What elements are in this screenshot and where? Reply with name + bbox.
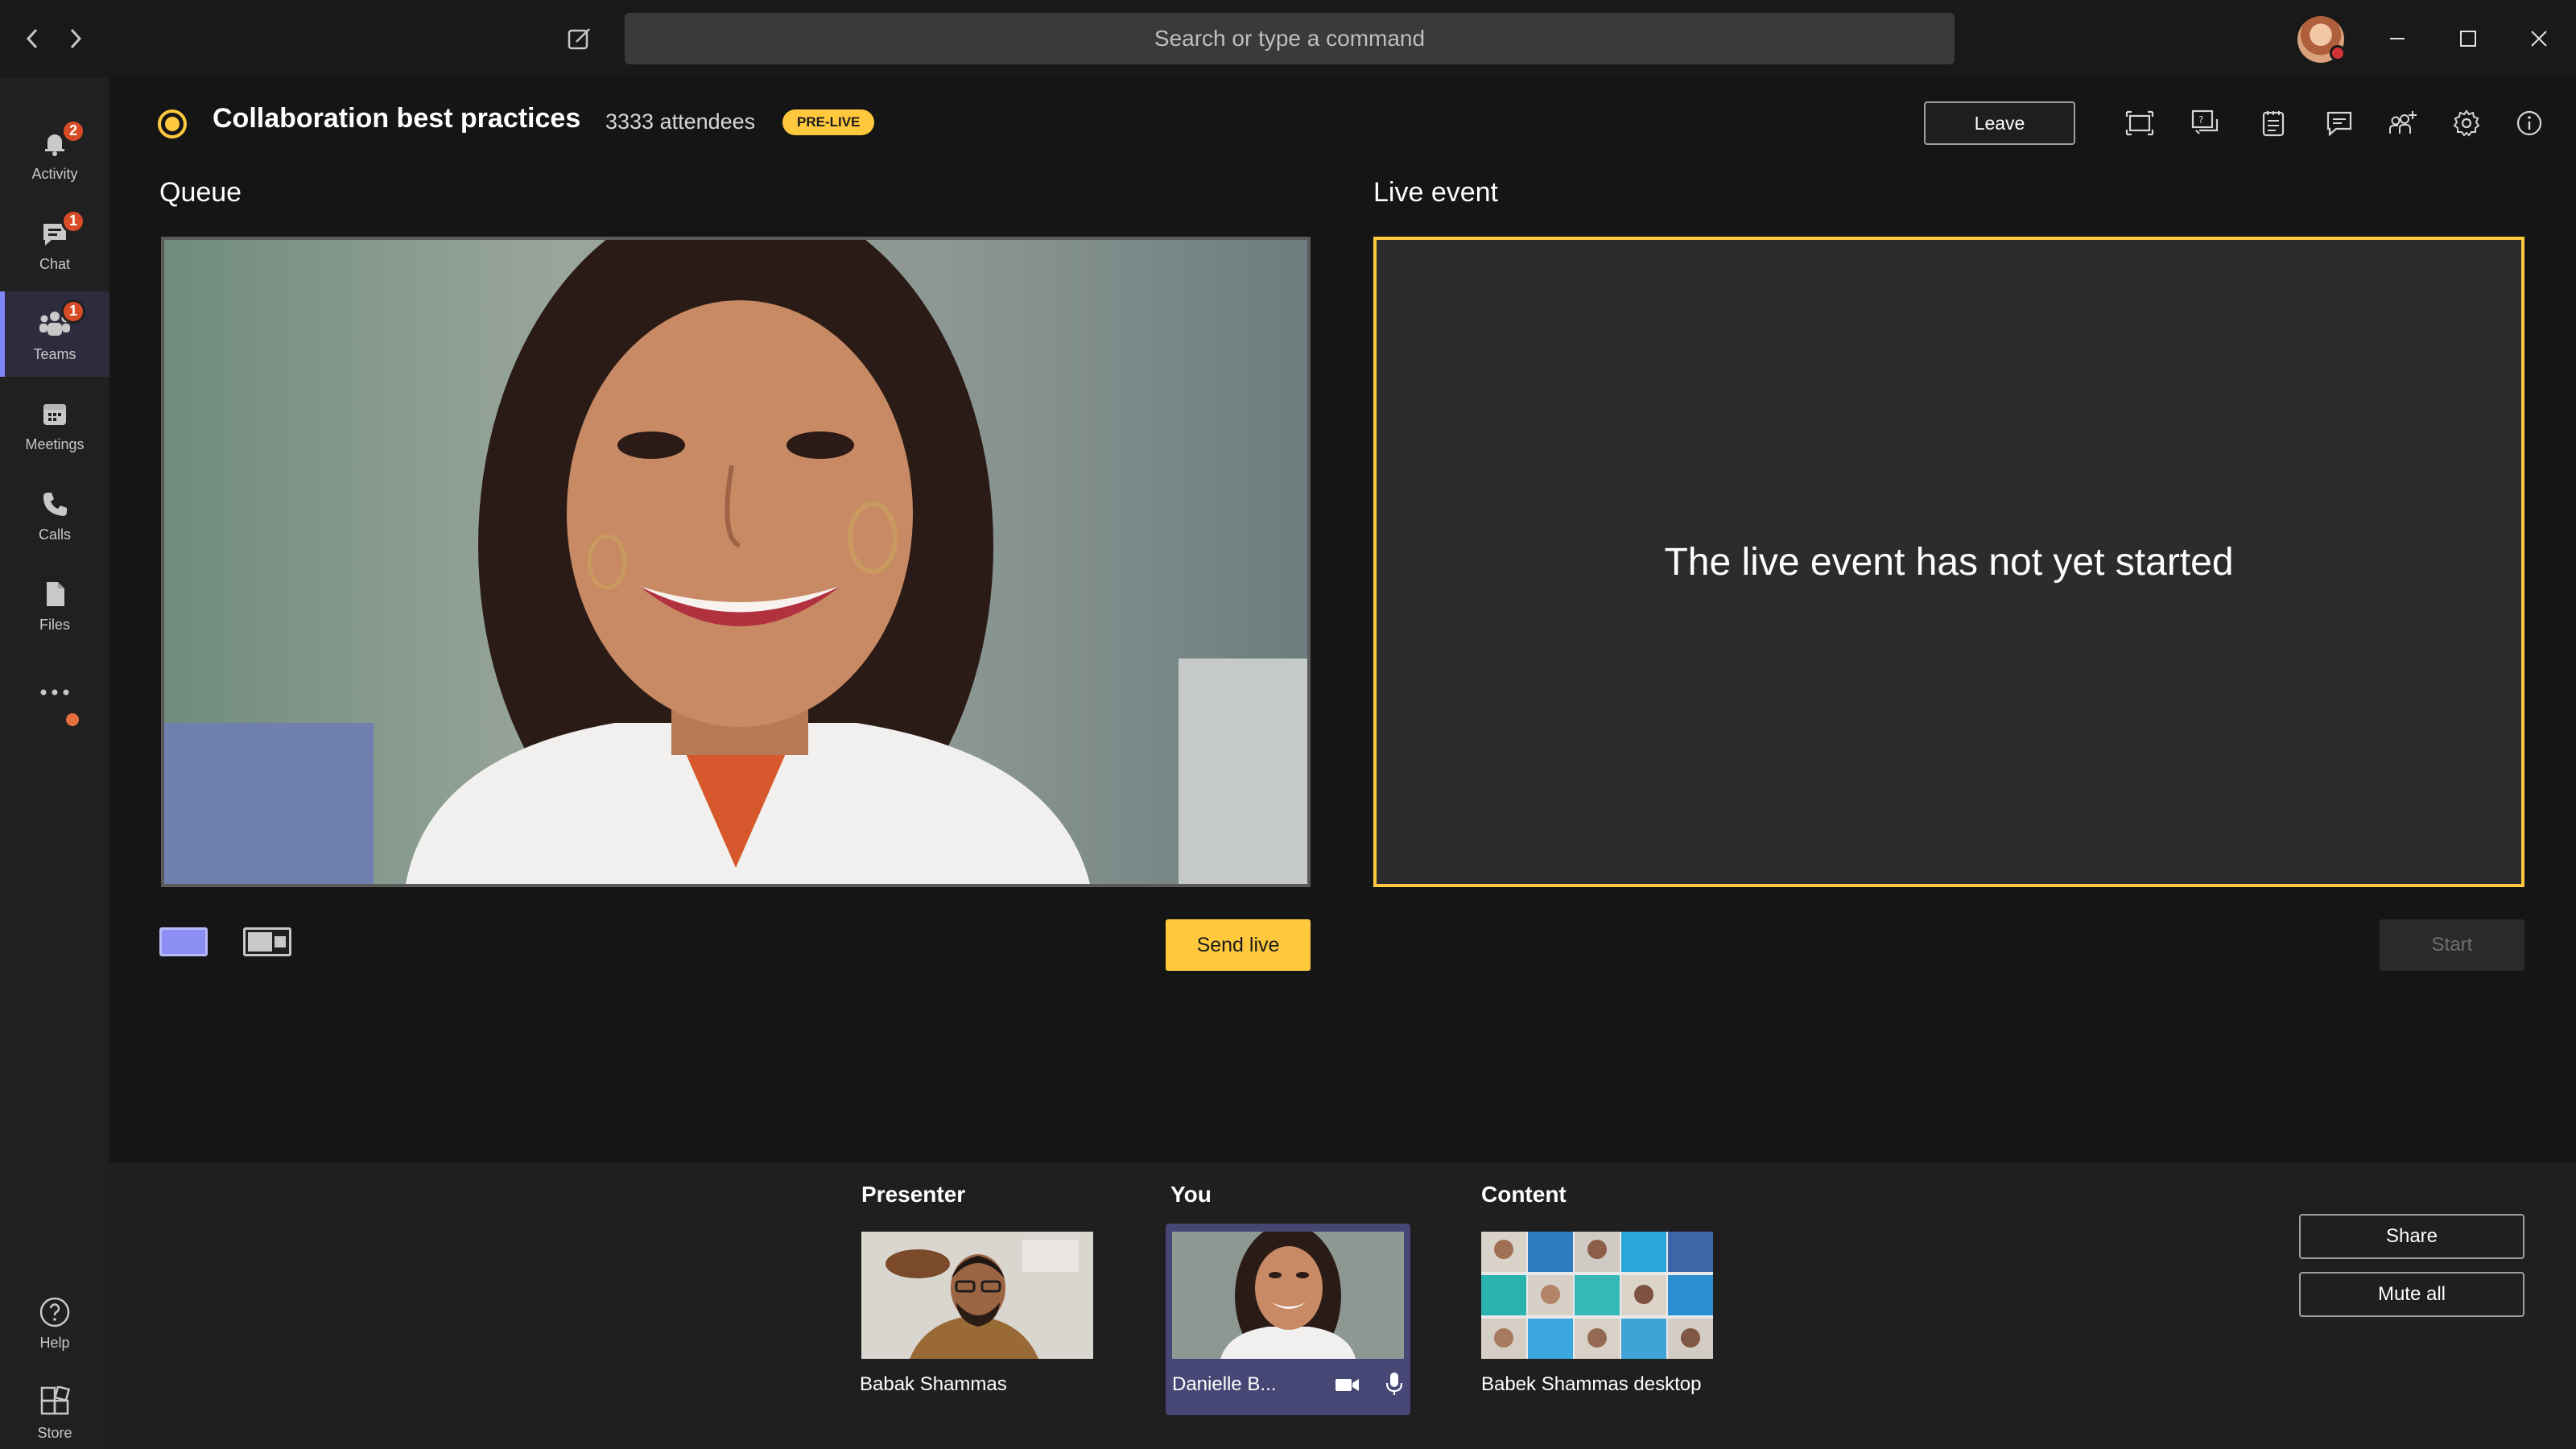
live-status-icon (158, 109, 187, 138)
teams-icon: 1 (37, 299, 85, 341)
ellipsis-icon (37, 675, 72, 710)
camera-icon[interactable] (1333, 1373, 1362, 1397)
live-status-message: The live event has not yet started (1664, 540, 2234, 584)
rail-item-calls[interactable]: Calls (0, 472, 109, 557)
rail-item-activity[interactable]: 2 Activity (0, 111, 109, 196)
attendee-count: 3333 attendees (605, 109, 756, 134)
compose-icon[interactable] (557, 19, 602, 58)
queue-video-preview[interactable] (161, 237, 1311, 887)
rail-label: Calls (38, 526, 71, 543)
store-icon (37, 1385, 72, 1420)
full-screen-icon[interactable] (2119, 103, 2161, 143)
single-layout-button[interactable] (159, 927, 208, 956)
info-icon[interactable] (2508, 103, 2550, 143)
chat-icon: 1 (37, 208, 85, 251)
rail-label: Teams (33, 345, 76, 362)
back-icon[interactable] (10, 16, 55, 61)
rail-label: Meetings (25, 436, 85, 452)
live-event-label: Live event (1373, 177, 1498, 208)
rail-label: Activity (31, 165, 78, 182)
forward-icon[interactable] (53, 16, 98, 61)
more-notification-dot (66, 713, 79, 726)
leave-button[interactable]: Leave (1924, 101, 2075, 145)
status-badge: PRE-LIVE (782, 109, 875, 135)
presenter-label: Presenter (861, 1182, 966, 1207)
share-button[interactable]: Share (2299, 1214, 2524, 1259)
maximize-icon[interactable] (2444, 16, 2492, 61)
title-bar: Search or type a command (0, 0, 2576, 77)
you-video-tile (1172, 1232, 1404, 1359)
chat-badge: 1 (61, 208, 85, 233)
rail-label: Store (37, 1424, 72, 1441)
rail-item-help[interactable]: Help (0, 1280, 109, 1365)
you-name: Danielle B... (1172, 1373, 1277, 1395)
rail-item-meetings[interactable]: Meetings (0, 382, 109, 467)
queue-speaker-image (164, 240, 1307, 884)
teams-badge: 1 (61, 299, 85, 324)
activity-badge: 2 (61, 118, 85, 143)
qna-icon[interactable]: ? (2185, 103, 2227, 143)
meeting-notes-icon[interactable] (2252, 103, 2294, 143)
presenter-tile[interactable] (861, 1232, 1093, 1359)
send-live-button[interactable]: Send live (1166, 919, 1311, 971)
rail-label: Files (39, 616, 70, 633)
rail-label: Help (39, 1334, 70, 1351)
side-by-side-layout-button[interactable] (243, 927, 291, 956)
close-icon[interactable] (2515, 16, 2563, 61)
rail-item-teams[interactable]: 1 Teams (0, 291, 109, 377)
svg-text:?: ? (2198, 114, 2203, 126)
live-event-preview: The live event has not yet started (1373, 237, 2524, 887)
mute-all-button[interactable]: Mute all (2299, 1272, 2524, 1317)
bell-icon: 2 (37, 118, 85, 161)
content-label: Content (1481, 1182, 1567, 1207)
queue-label: Queue (159, 177, 242, 208)
file-icon (37, 576, 72, 612)
presence-busy-icon (2330, 45, 2346, 61)
content-thumbnail (1481, 1232, 1713, 1359)
settings-gear-icon[interactable] (2446, 103, 2487, 143)
rail-more-button[interactable] (0, 652, 109, 737)
chat-icon[interactable] (2318, 103, 2360, 143)
rail-item-chat[interactable]: 1 Chat (0, 201, 109, 287)
calendar-icon (37, 396, 72, 431)
you-label: You (1170, 1182, 1212, 1207)
you-thumbnail (1172, 1232, 1404, 1359)
participants-icon[interactable] (2383, 103, 2425, 143)
help-icon (37, 1294, 72, 1330)
microphone-icon[interactable] (1383, 1370, 1406, 1397)
app-rail: 2 Activity 1 Chat 1 Teams Meetings Calls… (0, 77, 109, 1449)
presenter-thumbnail (861, 1232, 1093, 1359)
content-tile[interactable] (1481, 1232, 1713, 1359)
minimize-icon[interactable] (2373, 16, 2421, 61)
page-title: Collaboration best practices (213, 103, 581, 134)
rail-item-store[interactable]: Store (0, 1370, 109, 1449)
teams-live-event-window: Search or type a command 2 Activity 1 Ch (0, 0, 2576, 1449)
search-input[interactable]: Search or type a command (625, 13, 1955, 64)
start-button[interactable]: Start (2380, 919, 2524, 971)
presenter-name: Babak Shammas (860, 1373, 1007, 1395)
rail-label: Chat (39, 255, 71, 272)
content-name: Babek Shammas desktop (1481, 1373, 1702, 1395)
phone-icon (37, 486, 72, 522)
rail-item-files[interactable]: Files (0, 562, 109, 647)
